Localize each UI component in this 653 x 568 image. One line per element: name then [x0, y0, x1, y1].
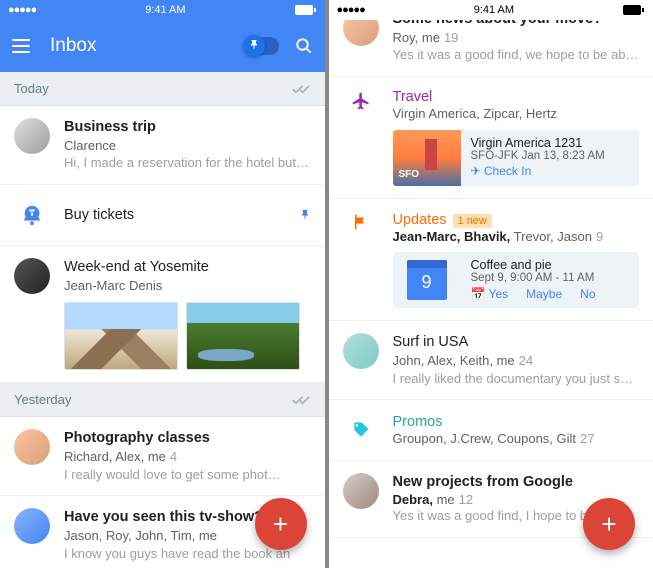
- avatar[interactable]: [14, 258, 50, 294]
- sweep-done-icon[interactable]: [291, 82, 311, 96]
- rsvp-no[interactable]: No: [580, 287, 595, 301]
- email-sender: Roy, me19: [393, 29, 640, 47]
- battery-icon: [295, 5, 317, 15]
- rsvp-maybe[interactable]: Maybe: [526, 287, 562, 301]
- compose-fab[interactable]: +: [583, 498, 635, 550]
- email-title: Week-end at Yosemite: [64, 258, 311, 277]
- pin-toggle[interactable]: [243, 37, 279, 55]
- bundle-updates[interactable]: Updates 1 new Jean-Marc, Bhavik, Trevor, …: [329, 199, 653, 321]
- flight-card[interactable]: SFO Virgin America 1231 SFO-JFK Jan 13, …: [393, 130, 640, 186]
- bundle-senders: Jean-Marc, Bhavik, Trevor, Jason9: [393, 229, 640, 244]
- reminder-icon: [14, 197, 50, 233]
- pin-icon[interactable]: [299, 209, 311, 221]
- bundle-title: Updates: [393, 212, 447, 228]
- new-badge: 1 new: [453, 214, 492, 228]
- email-title: New projects from Google: [393, 473, 640, 492]
- menu-icon[interactable]: [12, 39, 30, 53]
- signal-dots-icon: ●●●●●: [337, 4, 365, 16]
- reminder-item[interactable]: Buy tickets: [0, 185, 325, 246]
- email-title: Some news about your move?: [393, 20, 640, 29]
- bundle-promos[interactable]: Promos Groupon, J.Crew, Coupons, Gilt27: [329, 400, 653, 461]
- app-header: Inbox: [0, 20, 325, 72]
- calendar-tile-icon: 9: [407, 260, 447, 300]
- check-in-link[interactable]: ✈ Check In: [471, 164, 532, 178]
- card-image: SFO: [393, 130, 461, 186]
- email-sender: John, Alex, Keith, me24: [393, 352, 640, 370]
- section-label: Today: [14, 81, 49, 96]
- avatar[interactable]: [343, 333, 379, 369]
- email-list: Some news about your move? Roy, me19 Yes…: [329, 20, 653, 538]
- bundle-senders: Virgin America, Zipcar, Hertz: [393, 105, 640, 123]
- email-item[interactable]: Some news about your move? Roy, me19 Yes…: [329, 20, 653, 77]
- plane-icon: [343, 89, 379, 125]
- section-label: Yesterday: [14, 392, 71, 407]
- email-item[interactable]: Week-end at Yosemite Jean-Marc Denis: [0, 246, 325, 383]
- email-sender: Clarence: [64, 137, 311, 155]
- email-item[interactable]: Surf in USA John, Alex, Keith, me24 I re…: [329, 321, 653, 400]
- avatar[interactable]: [14, 118, 50, 154]
- status-time: 9:41 AM: [145, 4, 185, 16]
- attachment-thumbnails: [64, 302, 311, 370]
- calendar-card[interactable]: 9 Coffee and pie Sept 9, 9:00 AM - 11 AM…: [393, 252, 640, 308]
- avatar[interactable]: [14, 429, 50, 465]
- section-header-yesterday: Yesterday: [0, 383, 325, 417]
- signal-dots-icon: ●●●●●: [8, 4, 36, 16]
- attachment-thumbnail[interactable]: [64, 302, 178, 370]
- email-title: Photography classes: [64, 429, 311, 448]
- compose-fab[interactable]: +: [255, 498, 307, 550]
- card-sub: SFO-JFK Jan 13, 8:23 AM: [471, 150, 630, 162]
- search-icon[interactable]: [295, 37, 313, 55]
- email-preview: I really liked the documentary you just …: [393, 370, 640, 388]
- reminder-title: Buy tickets: [64, 206, 291, 225]
- bundle-senders: Groupon, J.Crew, Coupons, Gilt27: [393, 430, 640, 448]
- battery-icon: [623, 5, 645, 15]
- email-item[interactable]: Photography classes Richard, Alex, me4 I…: [0, 417, 325, 496]
- attachment-thumbnail[interactable]: [186, 302, 300, 370]
- email-item[interactable]: Business trip Clarence Hi, I made a rese…: [0, 106, 325, 185]
- card-sub: Sept 9, 9:00 AM - 11 AM: [471, 272, 630, 284]
- email-sender: Richard, Alex, me4: [64, 448, 311, 466]
- email-title: Surf in USA: [393, 333, 640, 352]
- phone-screen-right: ●●●●● 9:41 AM Some news about your move?…: [329, 0, 653, 568]
- avatar[interactable]: [343, 473, 379, 509]
- flag-icon: [343, 211, 379, 247]
- email-preview: Yes it was a good find, we hope to be ab…: [393, 46, 640, 64]
- status-bar: ●●●●● 9:41 AM: [0, 0, 325, 20]
- pin-icon: [248, 39, 260, 51]
- email-sender: Jean-Marc Denis: [64, 277, 311, 295]
- card-title: Virgin America 1231: [471, 136, 630, 150]
- bundle-title: Travel: [393, 89, 640, 105]
- tag-icon: [343, 412, 379, 448]
- email-preview: I really would love to get some phot…: [64, 466, 311, 484]
- bundle-travel[interactable]: Travel Virgin America, Zipcar, Hertz SFO…: [329, 77, 653, 200]
- bundle-title: Promos: [393, 414, 640, 430]
- email-title: Business trip: [64, 118, 311, 137]
- sweep-done-icon[interactable]: [291, 393, 311, 407]
- section-header-today: Today: [0, 72, 325, 106]
- email-preview: Hi, I made a reservation for the hotel b…: [64, 154, 311, 172]
- avatar[interactable]: [14, 508, 50, 544]
- card-title: Coffee and pie: [471, 258, 630, 272]
- status-bar: ●●●●● 9:41 AM: [329, 0, 653, 20]
- status-time: 9:41 AM: [474, 4, 514, 16]
- avatar[interactable]: [343, 20, 379, 46]
- page-title: Inbox: [50, 35, 243, 57]
- rsvp-actions: 📅 Yes Maybe No: [471, 287, 630, 301]
- rsvp-yes[interactable]: 📅 Yes: [471, 287, 509, 301]
- phone-screen-left: ●●●●● 9:41 AM Inbox Today Business trip …: [0, 0, 325, 568]
- email-list: Business trip Clarence Hi, I made a rese…: [0, 106, 325, 383]
